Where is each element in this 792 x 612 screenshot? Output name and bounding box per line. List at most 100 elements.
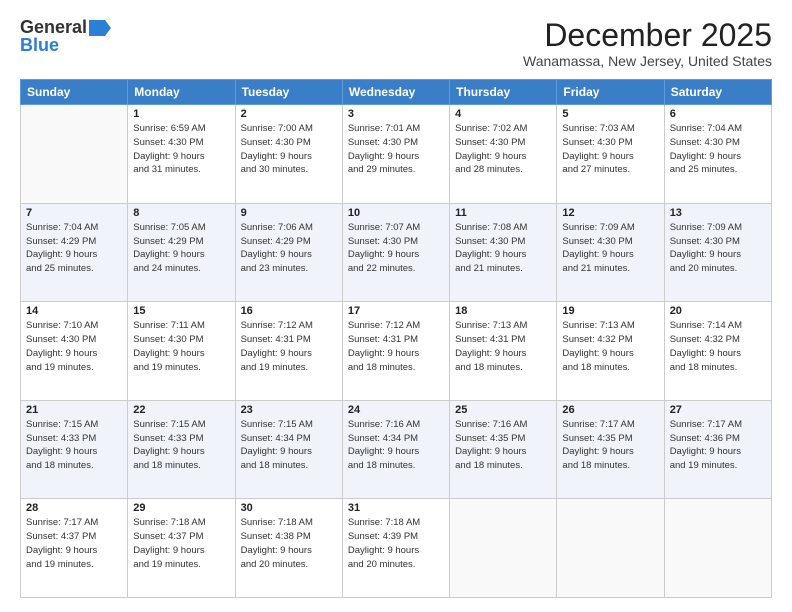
- day-info: Sunrise: 7:17 AMSunset: 4:37 PMDaylight:…: [26, 516, 122, 571]
- day-number: 13: [670, 207, 766, 219]
- calendar-cell: 1 Sunrise: 6:59 AMSunset: 4:30 PMDaylight…: [128, 105, 235, 204]
- day-number: 14: [26, 305, 122, 317]
- day-info: Sunrise: 7:16 AMSunset: 4:35 PMDaylight:…: [455, 418, 551, 473]
- day-info: Sunrise: 7:15 AMSunset: 4:34 PMDaylight:…: [241, 418, 337, 473]
- day-info: Sunrise: 7:17 AMSunset: 4:35 PMDaylight:…: [562, 418, 658, 473]
- day-number: 23: [241, 404, 337, 416]
- day-info: Sunrise: 7:03 AMSunset: 4:30 PMDaylight:…: [562, 122, 658, 177]
- calendar-cell: 19Sunrise: 7:13 AMSunset: 4:32 PMDayligh…: [557, 302, 664, 401]
- calendar-cell: 17Sunrise: 7:12 AMSunset: 4:31 PMDayligh…: [342, 302, 449, 401]
- calendar-cell: 5Sunrise: 7:03 AMSunset: 4:30 PMDaylight…: [557, 105, 664, 204]
- calendar-cell: [450, 499, 557, 598]
- day-info: Sunrise: 7:05 AMSunset: 4:29 PMDaylight:…: [133, 221, 229, 276]
- calendar-header-cell: Saturday: [664, 80, 771, 105]
- logo-blue-text: Blue: [20, 36, 59, 54]
- day-info: Sunrise: 7:13 AMSunset: 4:31 PMDaylight:…: [455, 319, 551, 374]
- calendar-cell: 31Sunrise: 7:18 AMSunset: 4:39 PMDayligh…: [342, 499, 449, 598]
- day-info: Sunrise: 7:11 AMSunset: 4:30 PMDaylight:…: [133, 319, 229, 374]
- calendar-cell: 10 Sunrise: 7:07 AMSunset: 4:30 PMDayligh…: [342, 203, 449, 302]
- calendar-cell: 7 Sunrise: 7:04 AMSunset: 4:29 PMDaylight…: [21, 203, 128, 302]
- location: Wanamassa, New Jersey, United States: [523, 53, 772, 69]
- calendar-week-row: 14 Sunrise: 7:10 AMSunset: 4:30 PMDayligh…: [21, 302, 772, 401]
- calendar-body: 1 Sunrise: 6:59 AMSunset: 4:30 PMDaylight…: [21, 105, 772, 598]
- day-number: 19: [562, 305, 658, 317]
- logo-icon: [89, 20, 111, 36]
- day-number: 29: [133, 502, 229, 514]
- calendar-cell: 4 Sunrise: 7:02 AMSunset: 4:30 PMDaylight…: [450, 105, 557, 204]
- calendar-cell: [21, 105, 128, 204]
- calendar-header-cell: Wednesday: [342, 80, 449, 105]
- day-number: 15: [133, 305, 229, 317]
- calendar-cell: 14 Sunrise: 7:10 AMSunset: 4:30 PMDayligh…: [21, 302, 128, 401]
- day-number: 28: [26, 502, 122, 514]
- day-info: Sunrise: 7:16 AMSunset: 4:34 PMDaylight:…: [348, 418, 444, 473]
- calendar-cell: 20Sunrise: 7:14 AMSunset: 4:32 PMDayligh…: [664, 302, 771, 401]
- calendar-table: SundayMondayTuesdayWednesdayThursdayFrid…: [20, 79, 772, 598]
- calendar-cell: 2 Sunrise: 7:00 AMSunset: 4:30 PMDaylight…: [235, 105, 342, 204]
- day-number: 26: [562, 404, 658, 416]
- day-info: Sunrise: 7:12 AMSunset: 4:31 PMDaylight:…: [241, 319, 337, 374]
- day-info: Sunrise: 7:07 AMSunset: 4:30 PMDaylight:…: [348, 221, 444, 276]
- calendar-header-cell: Sunday: [21, 80, 128, 105]
- day-number: 16: [241, 305, 337, 317]
- calendar-cell: [557, 499, 664, 598]
- calendar-cell: 30 Sunrise: 7:18 AMSunset: 4:38 PMDayligh…: [235, 499, 342, 598]
- title-block: December 2025 Wanamassa, New Jersey, Uni…: [523, 18, 772, 69]
- day-info: Sunrise: 7:18 AMSunset: 4:38 PMDaylight:…: [241, 516, 337, 571]
- day-info: Sunrise: 7:10 AMSunset: 4:30 PMDaylight:…: [26, 319, 122, 374]
- logo: General Blue: [20, 18, 111, 54]
- calendar-cell: 25 Sunrise: 7:16 AMSunset: 4:35 PMDayligh…: [450, 400, 557, 499]
- calendar-cell: 23 Sunrise: 7:15 AMSunset: 4:34 PMDayligh…: [235, 400, 342, 499]
- day-number: 9: [241, 207, 337, 219]
- day-info: Sunrise: 7:04 AMSunset: 4:30 PMDaylight:…: [670, 122, 766, 177]
- day-number: 7: [26, 207, 122, 219]
- day-info: Sunrise: 7:04 AMSunset: 4:29 PMDaylight:…: [26, 221, 122, 276]
- calendar-cell: 15 Sunrise: 7:11 AMSunset: 4:30 PMDayligh…: [128, 302, 235, 401]
- calendar-cell: 26 Sunrise: 7:17 AMSunset: 4:35 PMDayligh…: [557, 400, 664, 499]
- calendar-cell: 22 Sunrise: 7:15 AMSunset: 4:33 PMDayligh…: [128, 400, 235, 499]
- calendar-header-cell: Friday: [557, 80, 664, 105]
- calendar-cell: 27 Sunrise: 7:17 AMSunset: 4:36 PMDayligh…: [664, 400, 771, 499]
- calendar-week-row: 21 Sunrise: 7:15 AMSunset: 4:33 PMDayligh…: [21, 400, 772, 499]
- day-number: 30: [241, 502, 337, 514]
- calendar-cell: 8 Sunrise: 7:05 AMSunset: 4:29 PMDaylight…: [128, 203, 235, 302]
- day-info: Sunrise: 7:15 AMSunset: 4:33 PMDaylight:…: [26, 418, 122, 473]
- day-number: 27: [670, 404, 766, 416]
- calendar-header-cell: Tuesday: [235, 80, 342, 105]
- day-number: 21: [26, 404, 122, 416]
- day-info: Sunrise: 7:15 AMSunset: 4:33 PMDaylight:…: [133, 418, 229, 473]
- day-number: 10: [348, 207, 444, 219]
- day-number: 17: [348, 305, 444, 317]
- calendar-cell: 18 Sunrise: 7:13 AMSunset: 4:31 PMDayligh…: [450, 302, 557, 401]
- day-number: 20: [670, 305, 766, 317]
- page: General Blue December 2025 Wanamassa, Ne…: [0, 0, 792, 612]
- day-number: 1: [133, 108, 229, 120]
- day-number: 12: [562, 207, 658, 219]
- calendar-cell: 21 Sunrise: 7:15 AMSunset: 4:33 PMDayligh…: [21, 400, 128, 499]
- day-number: 8: [133, 207, 229, 219]
- calendar-week-row: 28 Sunrise: 7:17 AMSunset: 4:37 PMDayligh…: [21, 499, 772, 598]
- day-info: Sunrise: 6:59 AMSunset: 4:30 PMDaylight:…: [133, 122, 229, 177]
- calendar-header-cell: Thursday: [450, 80, 557, 105]
- day-number: 24: [348, 404, 444, 416]
- day-number: 31: [348, 502, 444, 514]
- day-number: 25: [455, 404, 551, 416]
- day-number: 4: [455, 108, 551, 120]
- calendar-header-row: SundayMondayTuesdayWednesdayThursdayFrid…: [21, 80, 772, 105]
- day-info: Sunrise: 7:06 AMSunset: 4:29 PMDaylight:…: [241, 221, 337, 276]
- calendar-week-row: 7 Sunrise: 7:04 AMSunset: 4:29 PMDaylight…: [21, 203, 772, 302]
- day-info: Sunrise: 7:00 AMSunset: 4:30 PMDaylight:…: [241, 122, 337, 177]
- calendar-cell: 29Sunrise: 7:18 AMSunset: 4:37 PMDayligh…: [128, 499, 235, 598]
- day-number: 18: [455, 305, 551, 317]
- logo-general-text: General: [20, 18, 87, 36]
- day-info: Sunrise: 7:17 AMSunset: 4:36 PMDaylight:…: [670, 418, 766, 473]
- day-number: 2: [241, 108, 337, 120]
- calendar-cell: 24 Sunrise: 7:16 AMSunset: 4:34 PMDayligh…: [342, 400, 449, 499]
- day-number: 6: [670, 108, 766, 120]
- day-info: Sunrise: 7:02 AMSunset: 4:30 PMDaylight:…: [455, 122, 551, 177]
- day-info: Sunrise: 7:08 AMSunset: 4:30 PMDaylight:…: [455, 221, 551, 276]
- day-info: Sunrise: 7:09 AMSunset: 4:30 PMDaylight:…: [670, 221, 766, 276]
- calendar-cell: [664, 499, 771, 598]
- month-title: December 2025: [523, 18, 772, 53]
- day-number: 22: [133, 404, 229, 416]
